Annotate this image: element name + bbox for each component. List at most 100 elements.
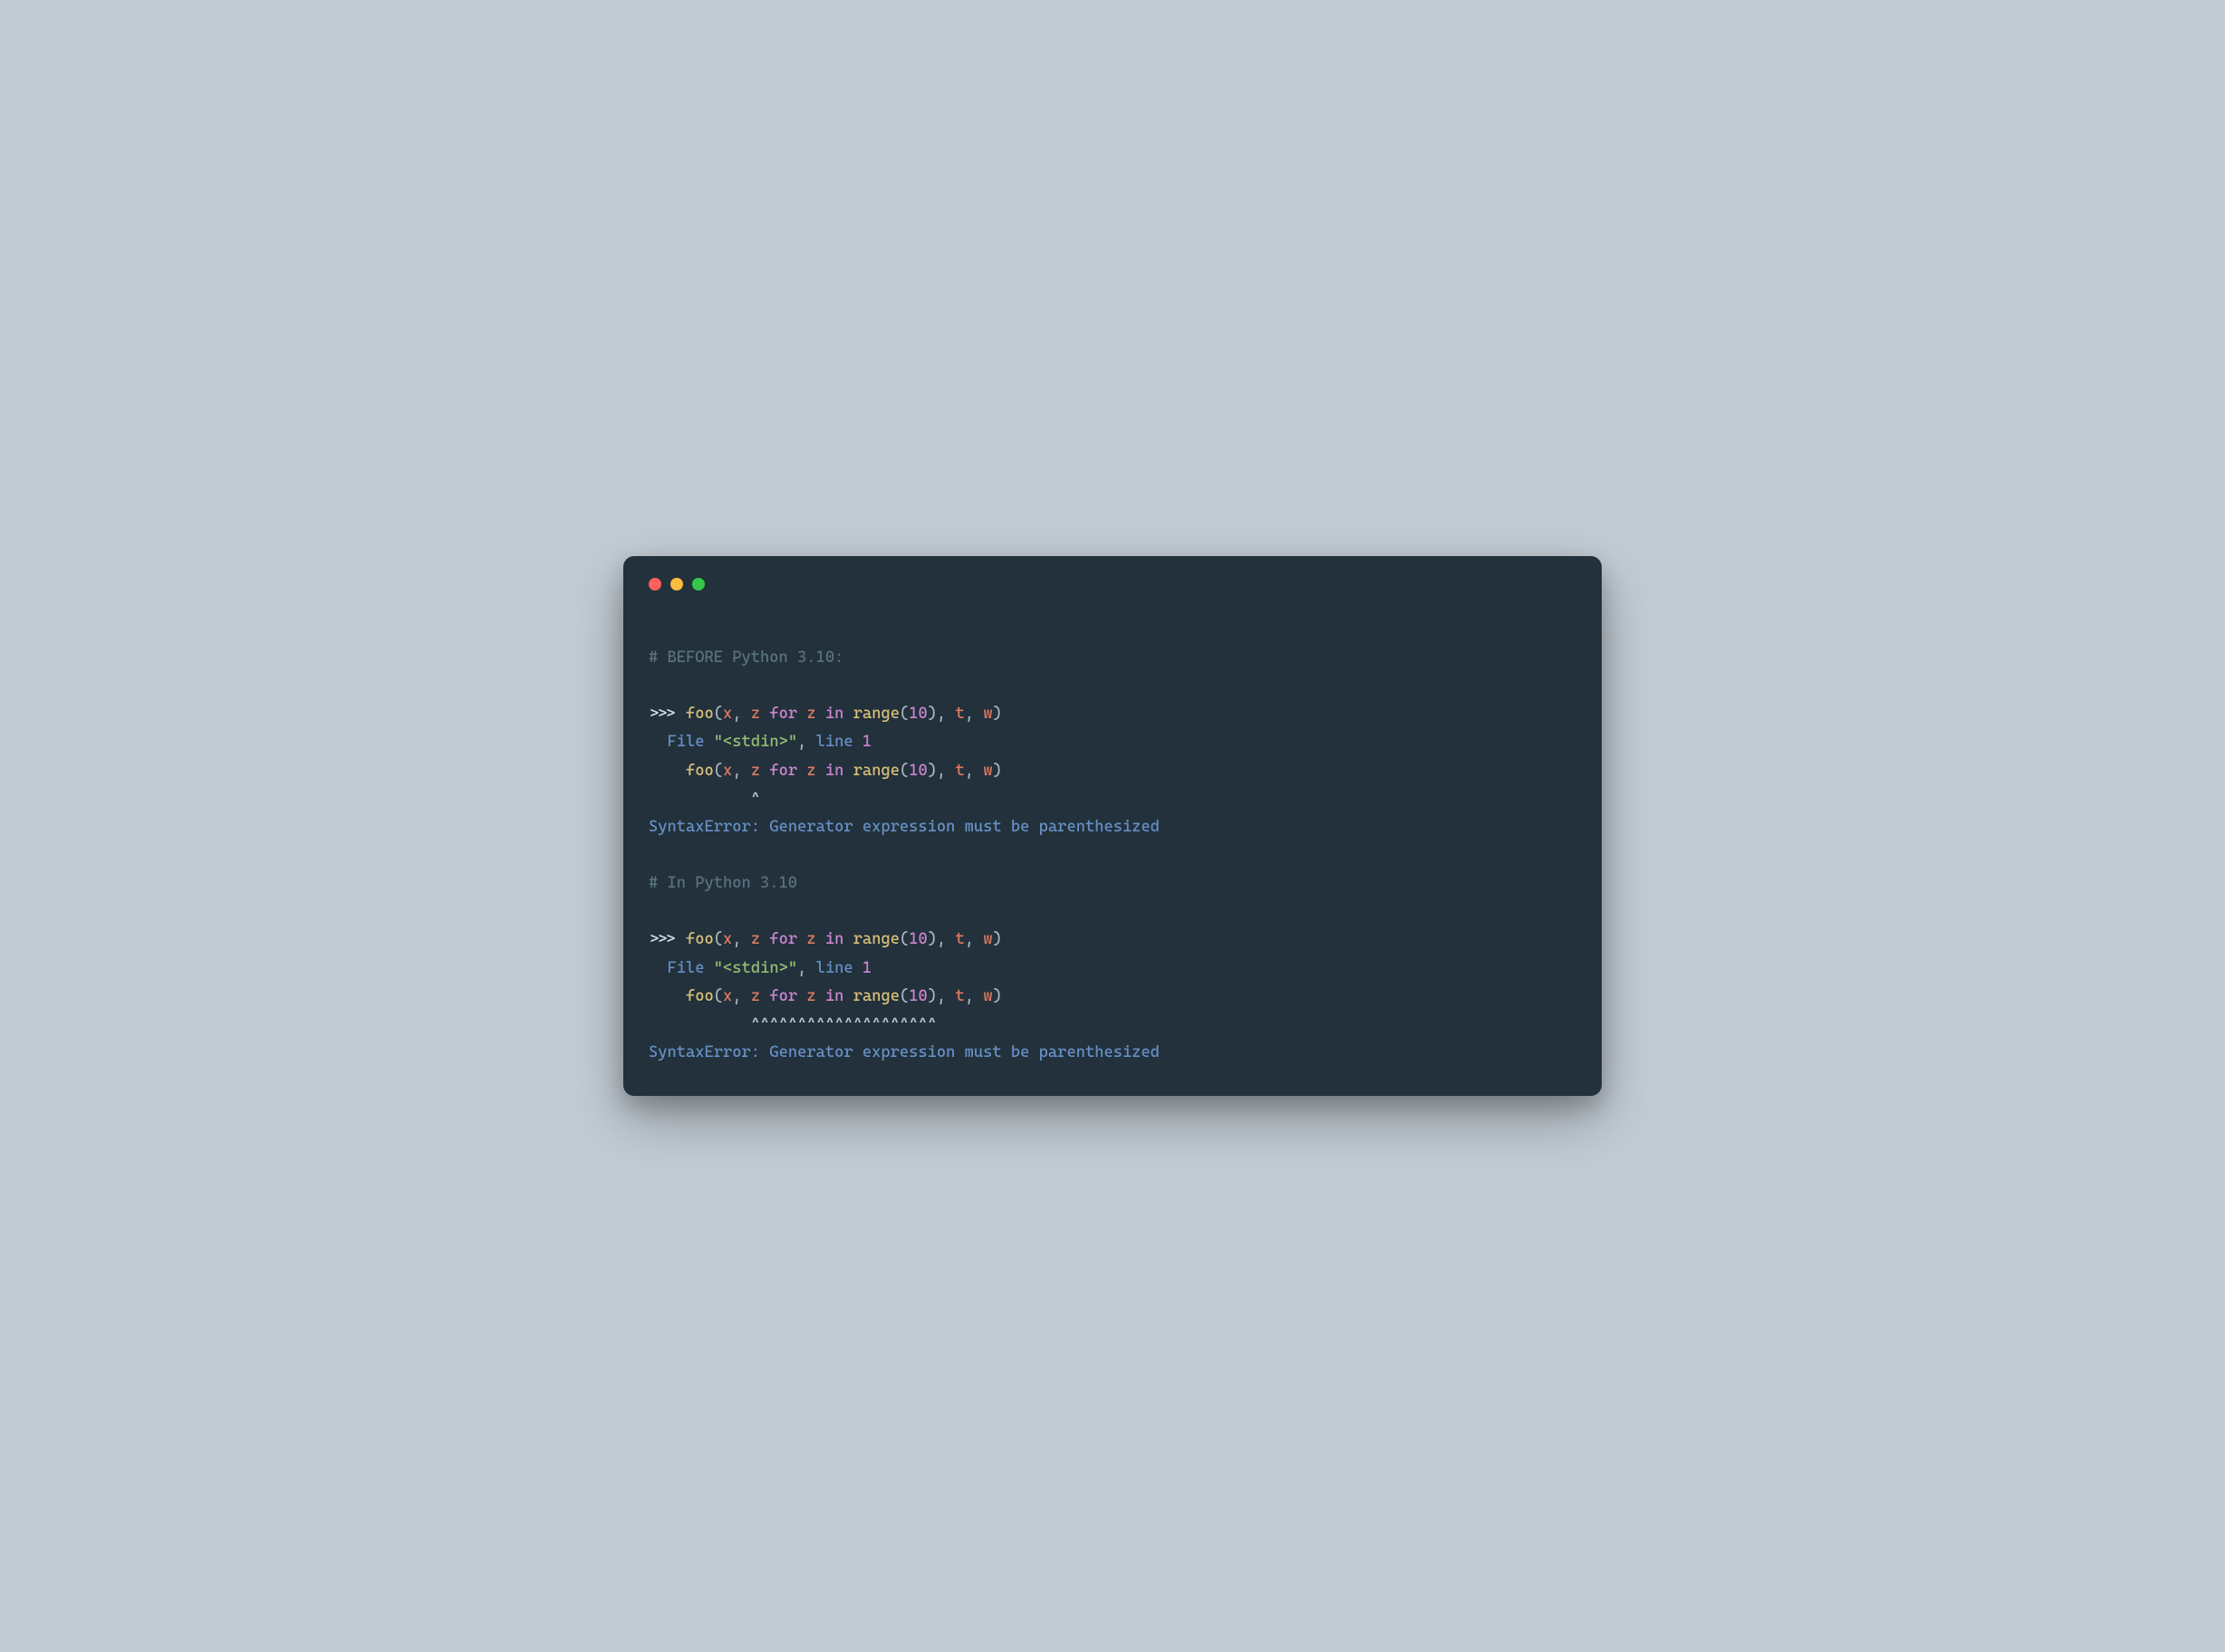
- arg-w: w: [983, 987, 992, 1005]
- space: [797, 987, 806, 1005]
- indent: [649, 733, 668, 751]
- num-10: 10: [909, 930, 928, 948]
- arg-t: t: [956, 930, 965, 948]
- space: [797, 762, 806, 780]
- r-paren: ): [993, 762, 1002, 780]
- comma: ,: [732, 705, 751, 723]
- indent: [649, 959, 668, 977]
- loop-var: z: [806, 762, 815, 780]
- l-paren: (: [900, 705, 909, 723]
- r-paren: ): [928, 987, 937, 1005]
- file-label: File: [668, 959, 705, 977]
- space: [843, 762, 852, 780]
- l-paren: (: [714, 930, 723, 948]
- minimize-icon[interactable]: [670, 578, 683, 591]
- space: [843, 987, 852, 1005]
- range-func: range: [853, 762, 900, 780]
- r-paren: ): [928, 930, 937, 948]
- prompt: >>>: [649, 705, 686, 723]
- r-paren: ): [993, 987, 1002, 1005]
- arg-x: x: [723, 705, 732, 723]
- error-message: Generator expression must be parenthesiz…: [769, 1043, 1160, 1061]
- space: [705, 733, 714, 751]
- maximize-icon[interactable]: [692, 578, 705, 591]
- error-label: SyntaxError: [649, 1043, 751, 1061]
- num-10: 10: [909, 762, 928, 780]
- func-name: foo: [686, 705, 714, 723]
- kw-in: in: [825, 762, 844, 780]
- comment-after: # In Python 3.10: [649, 874, 797, 892]
- l-paren: (: [714, 987, 723, 1005]
- kw-in: in: [825, 705, 844, 723]
- range-func: range: [853, 930, 900, 948]
- comma: ,: [732, 762, 751, 780]
- arg-x: x: [723, 930, 732, 948]
- comma: ,: [965, 930, 984, 948]
- comma: ,: [937, 705, 956, 723]
- range-func: range: [853, 705, 900, 723]
- space: [760, 930, 769, 948]
- comma: ,: [965, 987, 984, 1005]
- space: [853, 733, 862, 751]
- l-paren: (: [714, 762, 723, 780]
- terminal-window: # BEFORE Python 3.10: >>> foo(x, z for z…: [623, 556, 1602, 1096]
- space: [760, 705, 769, 723]
- caret-marker: ^: [649, 790, 760, 808]
- loop-var: z: [806, 705, 815, 723]
- l-paren: (: [900, 762, 909, 780]
- comma: ,: [937, 762, 956, 780]
- space: [816, 762, 825, 780]
- space: [760, 762, 769, 780]
- close-icon[interactable]: [649, 578, 661, 591]
- file-string: "<stdin>": [714, 733, 797, 751]
- kw-for: for: [769, 987, 797, 1005]
- space: [843, 705, 852, 723]
- space: [816, 930, 825, 948]
- func-name: foo: [686, 762, 714, 780]
- kw-in: in: [825, 987, 844, 1005]
- line-label: line: [816, 959, 853, 977]
- r-paren: ): [928, 762, 937, 780]
- space: [853, 959, 862, 977]
- indent: [649, 762, 686, 780]
- prompt: >>>: [649, 930, 686, 948]
- range-func: range: [853, 987, 900, 1005]
- arg-z: z: [751, 762, 760, 780]
- arg-t: t: [956, 987, 965, 1005]
- r-paren: ): [928, 705, 937, 723]
- num-10: 10: [909, 705, 928, 723]
- error-message: Generator expression must be parenthesiz…: [769, 818, 1160, 836]
- l-paren: (: [900, 930, 909, 948]
- comma: ,: [732, 930, 751, 948]
- comma: ,: [797, 959, 816, 977]
- line-num: 1: [862, 733, 872, 751]
- space: [843, 930, 852, 948]
- r-paren: ): [993, 705, 1002, 723]
- error-label: SyntaxError: [649, 818, 751, 836]
- arg-t: t: [956, 762, 965, 780]
- comma: ,: [965, 762, 984, 780]
- comma: ,: [797, 733, 816, 751]
- comma: ,: [965, 705, 984, 723]
- arg-z: z: [751, 930, 760, 948]
- code-block: # BEFORE Python 3.10: >>> foo(x, z for z…: [649, 616, 1576, 1067]
- space: [816, 987, 825, 1005]
- space: [816, 705, 825, 723]
- kw-for: for: [769, 930, 797, 948]
- kw-for: for: [769, 762, 797, 780]
- comma: ,: [732, 987, 751, 1005]
- kw-in: in: [825, 930, 844, 948]
- comma: ,: [937, 930, 956, 948]
- arg-w: w: [983, 705, 992, 723]
- file-string: "<stdin>": [714, 959, 797, 977]
- func-name: foo: [686, 930, 714, 948]
- loop-var: z: [806, 930, 815, 948]
- kw-for: for: [769, 705, 797, 723]
- l-paren: (: [714, 705, 723, 723]
- space: [797, 930, 806, 948]
- comment-before: # BEFORE Python 3.10:: [649, 648, 843, 667]
- func-name: foo: [686, 987, 714, 1005]
- space: [705, 959, 714, 977]
- arg-x: x: [723, 762, 732, 780]
- arg-t: t: [956, 705, 965, 723]
